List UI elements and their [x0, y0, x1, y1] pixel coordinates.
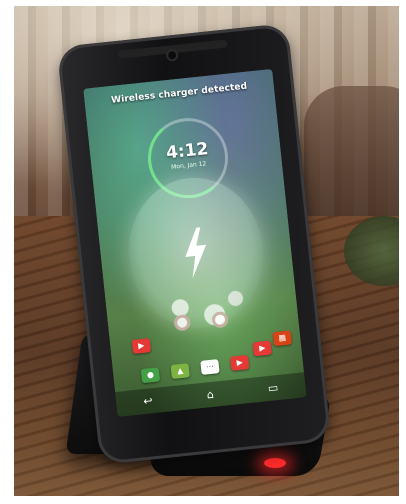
play-icon: ▶ — [137, 340, 145, 351]
phone-icon: ● — [146, 369, 155, 380]
app-icon[interactable]: ▦ — [272, 330, 293, 347]
play-icon: ▶ — [258, 343, 266, 353]
front-camera — [167, 50, 177, 60]
phone-screen: Wireless charger detected 4:12 Mon, Jan … — [83, 68, 307, 417]
youtube-app-icon[interactable]: ▶ — [131, 338, 152, 354]
app-drawer-icon[interactable]: ⋯ — [200, 359, 220, 375]
photo: Wireless charger detected 4:12 Mon, Jan … — [14, 6, 399, 496]
charging-led — [264, 458, 286, 468]
grid-icon: ▦ — [278, 332, 287, 343]
smartphone: Wireless charger detected 4:12 Mon, Jan … — [56, 23, 332, 465]
dots-icon: ⋯ — [205, 361, 215, 372]
app-icon[interactable]: ▶ — [229, 354, 250, 371]
gallery-icon: ▲ — [176, 365, 184, 376]
home-icon[interactable]: ⌂ — [206, 388, 214, 402]
recents-icon[interactable]: ▭ — [267, 381, 279, 395]
play-icon: ▶ — [236, 357, 244, 368]
youtube-app-icon[interactable]: ▶ — [252, 340, 272, 357]
lightning-bolt-icon — [185, 227, 207, 279]
wireless-charger-notification: Wireless charger detected — [110, 81, 248, 106]
back-icon[interactable]: ↩ — [143, 394, 154, 408]
app-icon[interactable]: ▲ — [170, 363, 190, 380]
app-icon[interactable]: ● — [140, 367, 161, 384]
